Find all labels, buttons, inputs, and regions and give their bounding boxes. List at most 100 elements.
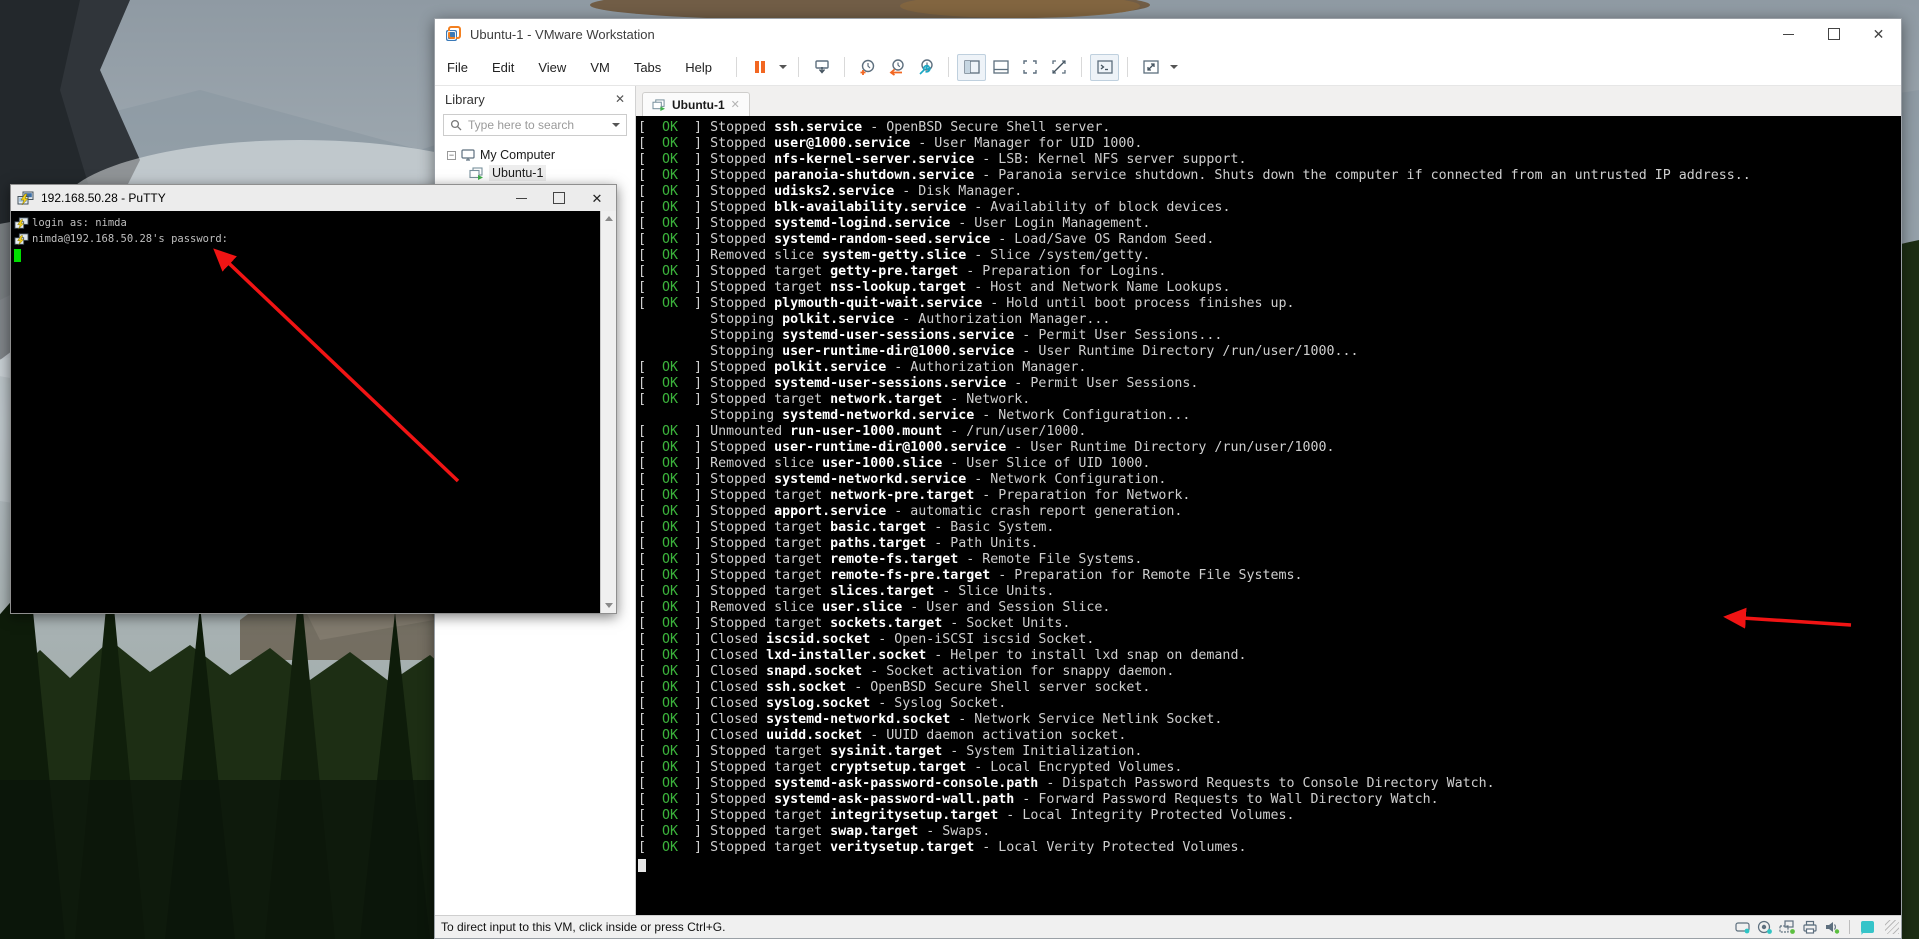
console-line: [ OK ] Closed iscsid.socket - Open-iSCSI… [638,632,1901,648]
console-line: [ OK ] Stopped user-runtime-dir@1000.ser… [638,440,1901,456]
minimize-icon [516,198,527,199]
free-stretch-button[interactable] [1136,54,1165,81]
console-line: [ OK ] Stopped systemd-ask-password-cons… [638,776,1901,792]
close-button[interactable]: ✕ [1856,19,1901,49]
console-cursor [638,859,646,872]
console-line: [ OK ] Stopped target veritysetup.target… [638,840,1901,856]
console-line: [ OK ] Stopped target remote-fs-pre.targ… [638,568,1901,584]
console-line: [ OK ] Stopped target remote-fs.target -… [638,552,1901,568]
library-search-input[interactable]: Type here to search [443,114,627,136]
show-library-button[interactable] [957,54,986,81]
toolbar-separator [736,57,737,77]
maximize-button[interactable] [1811,19,1856,49]
enter-fullscreen-button[interactable] [1015,54,1044,81]
menu-edit[interactable]: Edit [492,60,514,75]
tree-item-label: Ubuntu-1 [489,165,546,181]
tab-ubuntu-1[interactable]: Ubuntu-1 ✕ [642,92,750,116]
thumbnail-bar-icon [992,58,1010,76]
vmware-titlebar[interactable]: Ubuntu-1 - VMware Workstation ✕ [435,19,1901,49]
console-line: [ OK ] Stopped target basic.target - Bas… [638,520,1901,536]
pause-dropdown-button[interactable] [774,65,790,69]
vmware-statusbar: To direct input to this VM, click inside… [435,915,1901,938]
console-line: [ OK ] Stopped target nss-lookup.target … [638,280,1901,296]
sound-icon[interactable] [1824,920,1840,934]
chevron-down-icon[interactable] [612,123,620,127]
minimize-button[interactable] [1766,19,1811,49]
console-line: [ OK ] Stopped user@1000.service - User … [638,136,1901,152]
maximize-icon [1828,28,1840,40]
tab-close-icon[interactable]: ✕ [731,98,740,111]
fullscreen-icon [1021,58,1039,76]
console-line: Stopping polkit.service - Authorization … [638,312,1901,328]
menu-vm[interactable]: VM [590,60,610,75]
toolbar-separator [948,57,949,77]
tree-item-ubuntu-1[interactable]: Ubuntu-1 [435,164,635,182]
vm-console[interactable]: [ OK ] Stopped ssh.service - OpenBSD Sec… [636,116,1901,915]
tree-expander-icon[interactable]: − [447,151,456,160]
putty-window: 192.168.50.28 - PuTTY ✕ login as: nimda … [10,184,617,614]
tree-item-my-computer[interactable]: − My Computer [435,146,635,164]
console-line: [ OK ] Stopped target network-pre.target… [638,488,1901,504]
console-line: [ OK ] Stopped polkit.service - Authoriz… [638,360,1901,376]
console-line: [ OK ] Stopped plymouth-quit-wait.servic… [638,296,1901,312]
putty-minimize-button[interactable] [502,185,540,211]
console-line: [ OK ] Closed lxd-installer.socket - Hel… [638,648,1901,664]
console-line: [ OK ] Stopped target sockets.target - S… [638,616,1901,632]
send-ctrl-alt-del-button[interactable] [807,54,836,81]
manage-snapshots-button[interactable] [911,54,940,81]
putty-scrollbar[interactable] [600,211,616,613]
console-line: [ OK ] Stopped ssh.service - OpenBSD Sec… [638,120,1901,136]
console-view-button[interactable] [1090,54,1119,81]
putty-terminal[interactable]: login as: nimda nimda@192.168.50.28's pa… [11,211,616,613]
console-line: [ OK ] Closed ssh.socket - OpenBSD Secur… [638,680,1901,696]
hard-disk-icon[interactable] [1735,920,1751,934]
resize-grip[interactable] [1885,920,1899,934]
stretch-dropdown-button[interactable] [1165,65,1181,69]
cd-rom-icon[interactable] [1757,920,1773,934]
scroll-down-icon[interactable] [605,603,613,608]
library-close-button[interactable]: ✕ [615,92,625,106]
console-line: [ OK ] Stopped target sysinit.target - S… [638,744,1901,760]
putty-maximize-button[interactable] [540,185,578,211]
putty-app-icon [17,191,34,206]
close-icon: ✕ [1873,27,1885,41]
terminal-text: nimda@192.168.50.28's password: [32,231,228,247]
computer-icon [461,149,475,161]
scroll-up-icon[interactable] [605,216,613,221]
unity-mode-button[interactable] [1044,54,1073,81]
console-line: [ OK ] Removed slice user-1000.slice - U… [638,456,1901,472]
terminal-line: login as: nimda [14,215,616,231]
take-snapshot-button[interactable] [853,54,882,81]
snapshot-revert-icon [888,58,906,76]
console-line: [ OK ] Stopped apport.service - automati… [638,504,1901,520]
putty-line-icon [14,233,29,246]
console-line: [ OK ] Stopped systemd-logind.service - … [638,216,1901,232]
revert-snapshot-button[interactable] [882,54,911,81]
message-log-icon[interactable] [1859,920,1875,935]
console-line: [ OK ] Stopped blk-availability.service … [638,200,1901,216]
putty-titlebar[interactable]: 192.168.50.28 - PuTTY ✕ [11,185,616,211]
network-adapter-icon[interactable] [1779,920,1796,934]
putty-window-title: 192.168.50.28 - PuTTY [41,191,502,205]
printer-icon[interactable] [1802,920,1818,934]
maximize-icon [553,192,565,204]
menu-help[interactable]: Help [685,60,712,75]
pause-button[interactable] [745,54,774,81]
search-placeholder: Type here to search [468,118,610,132]
snapshot-take-icon [859,58,877,76]
menu-view[interactable]: View [538,60,566,75]
console-line: [ OK ] Stopped target integritysetup.tar… [638,808,1901,824]
console-line: [ OK ] Stopped target swap.target - Swap… [638,824,1901,840]
menu-file[interactable]: File [447,60,468,75]
menu-tabs[interactable]: Tabs [634,60,661,75]
unity-mode-icon [1050,58,1068,76]
console-line: [ OK ] Stopped udisks2.service - Disk Ma… [638,184,1901,200]
toolbar-separator [844,57,845,77]
putty-close-button[interactable]: ✕ [578,185,616,211]
library-header-label: Library [445,92,485,107]
minimize-icon [1783,34,1794,35]
toolbar-separator [1127,57,1128,77]
show-thumbnail-bar-button[interactable] [986,54,1015,81]
console-line: [ OK ] Closed systemd-networkd.socket - … [638,712,1901,728]
console-line: Stopping systemd-networkd.service - Netw… [638,408,1901,424]
